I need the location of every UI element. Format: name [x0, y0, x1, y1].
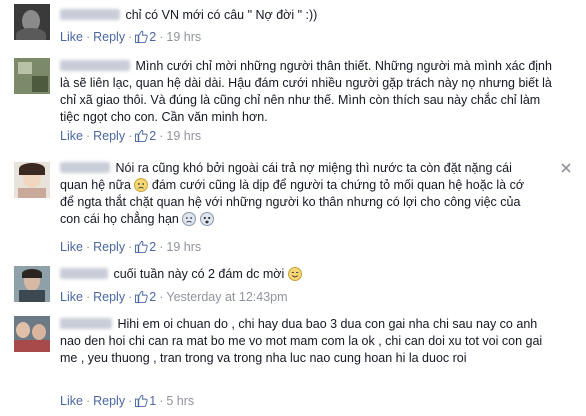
thumbs-up-icon[interactable]	[135, 30, 148, 43]
thumbs-up-icon[interactable]	[135, 240, 148, 253]
timestamp[interactable]: 19 hrs	[166, 240, 201, 254]
comment-actions: Like · Reply · 2 · 19 hrs	[60, 240, 202, 254]
thumbs-up-icon[interactable]	[135, 129, 148, 142]
timestamp[interactable]: 19 hrs	[166, 129, 201, 143]
comment-body: chỉ có VN mới có câu " Nợ đời " :))	[125, 8, 318, 22]
comment-actions: Like · Reply · 2 · Yesterday at 12:43pm	[60, 290, 288, 304]
comment-actions: Like · Reply · 1 · 5 hrs	[60, 394, 195, 408]
commenter-name[interactable]	[60, 9, 120, 20]
commenter-name[interactable]	[60, 60, 130, 71]
sad-face-icon	[199, 212, 214, 226]
avatar[interactable]	[14, 162, 50, 198]
timestamp[interactable]: 5 hrs	[166, 394, 194, 408]
comment-text: Hihi em oi chuan do , chi hay dua bao 3 …	[60, 316, 560, 367]
comment-actions: Like · Reply · 2 · 19 hrs	[60, 30, 202, 44]
like-button[interactable]: Like	[60, 129, 83, 143]
avatar[interactable]	[14, 266, 50, 302]
reply-button[interactable]: Reply	[93, 240, 125, 254]
sad-face-icon	[134, 178, 149, 192]
comment-actions: Like · Reply · 2 · 19 hrs	[60, 129, 202, 143]
comment-text: chỉ có VN mới có câu " Nợ đời " :))	[60, 7, 560, 24]
reply-button[interactable]: Reply	[93, 129, 125, 143]
reply-button[interactable]: Reply	[93, 290, 125, 304]
comment-body: cuối tuần này có 2 đám dc mời	[113, 267, 285, 281]
avatar[interactable]	[14, 4, 50, 40]
reply-button[interactable]: Reply	[93, 394, 125, 408]
like-button[interactable]: Like	[60, 30, 83, 44]
comment-text: cuối tuần này có 2 đám dc mời	[60, 266, 560, 283]
avatar[interactable]	[14, 58, 50, 94]
like-button[interactable]: Like	[60, 394, 83, 408]
comment-text: Mình cưới chỉ mời những người thân thiết…	[60, 58, 560, 126]
comment-text: Nói ra cũng khó bởi ngoài cái trả nợ miệ…	[60, 160, 538, 228]
comment-body: Hihi em oi chuan do , chi hay dua bao 3 …	[60, 317, 543, 365]
commenter-name[interactable]	[60, 318, 112, 329]
like-button[interactable]: Like	[60, 240, 83, 254]
close-icon[interactable]	[560, 162, 572, 174]
reply-button[interactable]: Reply	[93, 30, 125, 44]
avatar[interactable]	[14, 316, 50, 352]
thumbs-up-icon[interactable]	[135, 290, 148, 303]
timestamp[interactable]: Yesterday at 12:43pm	[166, 290, 287, 304]
timestamp[interactable]: 19 hrs	[166, 30, 201, 44]
sad-face-icon	[182, 212, 197, 226]
thumbs-up-icon[interactable]	[135, 394, 148, 407]
commenter-name[interactable]	[60, 162, 110, 173]
comment-body: Mình cưới chỉ mời những người thân thiết…	[60, 59, 552, 124]
commenter-name[interactable]	[60, 268, 108, 279]
smile-face-icon	[287, 267, 302, 281]
like-button[interactable]: Like	[60, 290, 83, 304]
